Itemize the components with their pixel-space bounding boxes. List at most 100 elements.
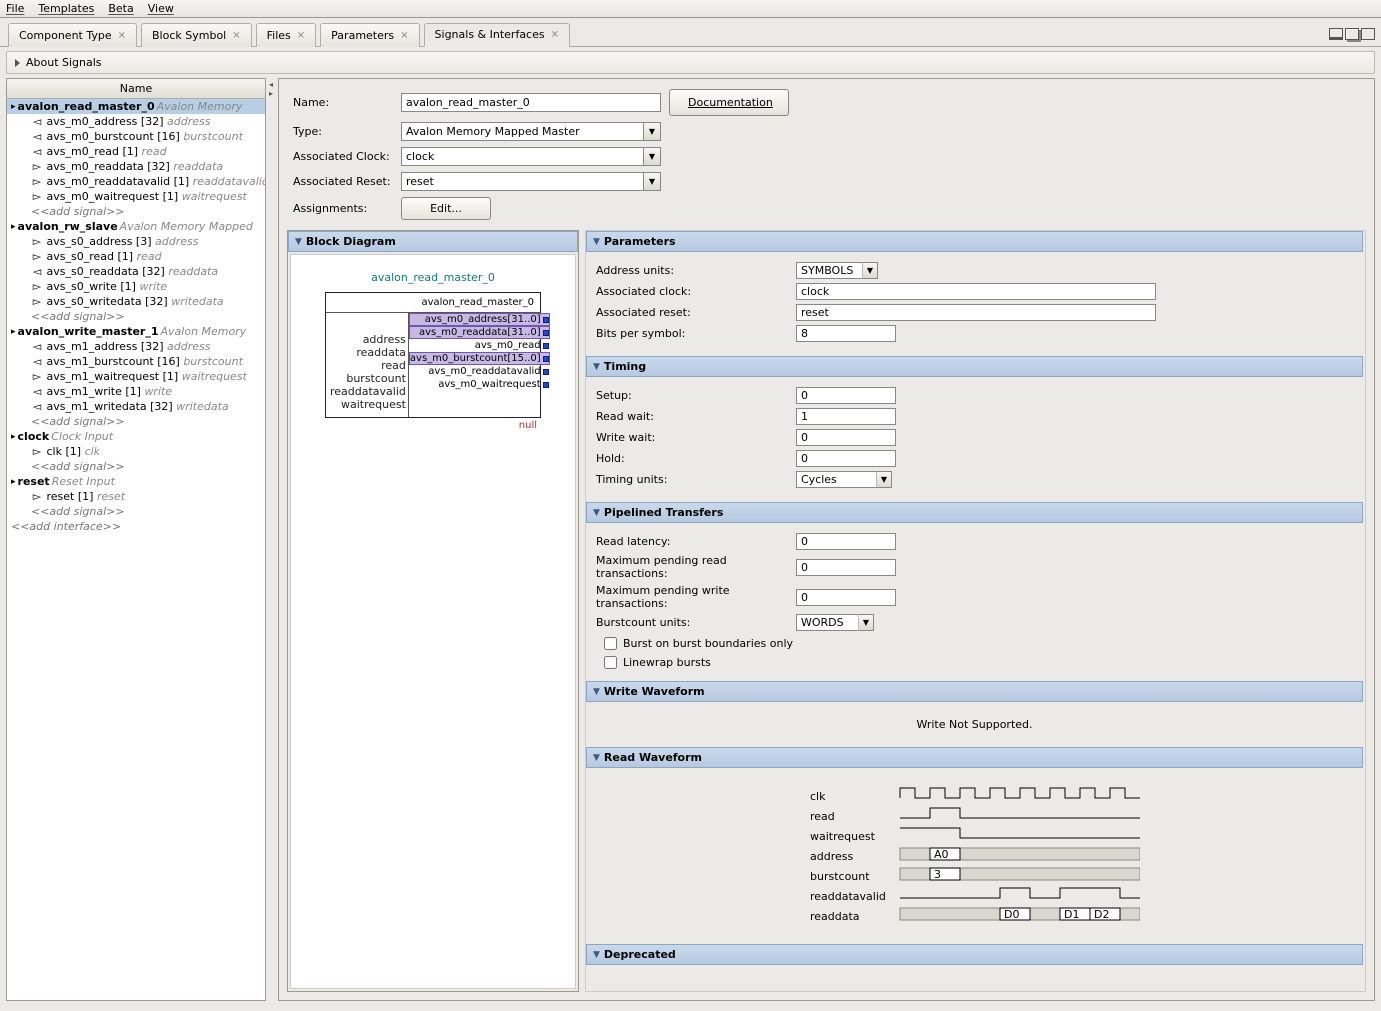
block-signal-row[interactable]: avs_m0_address[31..0]: [409, 313, 550, 326]
tree-signal[interactable]: ▻ reset [1] reset: [7, 489, 265, 504]
port-out-icon: ◅: [31, 145, 43, 158]
tree-signal[interactable]: ◅ avs_m1_writedata [32] writedata: [7, 399, 265, 414]
collapse-arrow-icon[interactable]: ▼: [295, 237, 302, 247]
bps-field[interactable]: [796, 325, 896, 342]
tree-signal[interactable]: ▻ avs_m0_waitrequest [1] waitrequest: [7, 189, 265, 204]
close-icon[interactable]: ⨯: [118, 30, 126, 41]
about-bar[interactable]: About Signals: [6, 51, 1375, 74]
block-signal-label: avs_m0_readdata[31..0]: [419, 327, 543, 338]
add-signal[interactable]: <<add signal>>: [7, 459, 265, 474]
close-icon[interactable]: ⨯: [551, 29, 559, 40]
block-symbol[interactable]: avalon_read_master_0 addressreaddataread…: [325, 292, 541, 418]
linewrap-bursts-checkbox[interactable]: [604, 656, 617, 669]
menu-templates[interactable]: Templates: [38, 2, 94, 15]
timing-units-select[interactable]: Cycles: [796, 471, 876, 488]
burst-units-select[interactable]: WORDS: [796, 614, 858, 631]
tab-parameters[interactable]: Parameters⨯: [320, 23, 419, 47]
block-signal-row[interactable]: avs_m0_burstcount[15..0]: [409, 352, 550, 365]
menu-beta[interactable]: Beta: [108, 2, 133, 15]
tree-interface[interactable]: ▸reset Reset Input: [7, 474, 265, 489]
minimize-icon[interactable]: [1329, 28, 1343, 40]
block-port-label: readdatavalid: [330, 385, 406, 398]
tree-signal[interactable]: ▻ avs_m0_readdata [32] readdata: [7, 159, 265, 174]
burst-boundaries-checkbox[interactable]: [604, 637, 617, 650]
tree-signal[interactable]: ◅ avs_m1_address [32] address: [7, 339, 265, 354]
add-signal[interactable]: <<add signal>>: [7, 204, 265, 219]
close-icon[interactable]: ⨯: [297, 30, 305, 41]
tab-component-type[interactable]: Component Type⨯: [8, 23, 137, 47]
tree-signal[interactable]: ◅ avs_m1_burstcount [16] burstcount: [7, 354, 265, 369]
assoc-clock-select[interactable]: clock: [401, 147, 643, 166]
parameters-scroll[interactable]: ▼Parameters Address units: SYMBOLS▼ Asso…: [585, 230, 1366, 992]
tree-signal[interactable]: ▻ avs_s0_writedata [32] writedata: [7, 294, 265, 309]
max-write-field[interactable]: [796, 589, 896, 606]
block-signal-row[interactable]: avs_m0_readdata[31..0]: [409, 326, 550, 339]
tab-signals-interfaces[interactable]: Signals & Interfaces⨯: [424, 23, 570, 47]
add-interface[interactable]: <<add interface>>: [7, 519, 265, 534]
addr-units-select[interactable]: SYMBOLS: [796, 262, 862, 279]
tab-files[interactable]: Files⨯: [256, 23, 317, 47]
assoc-reset-select[interactable]: reset: [401, 172, 643, 191]
close-icon[interactable]: ⨯: [400, 30, 408, 41]
collapse-arrow-icon: ▸: [11, 477, 16, 487]
add-signal[interactable]: <<add signal>>: [7, 309, 265, 324]
interface-type: Clock Input: [51, 430, 113, 443]
type-select[interactable]: Avalon Memory Mapped Master: [401, 122, 643, 141]
signals-tree[interactable]: ▸avalon_read_master_0 Avalon Memory◅ avs…: [7, 99, 265, 1000]
tree-interface[interactable]: ▸avalon_rw_slave Avalon Memory Mapped: [7, 219, 265, 234]
tree-signal[interactable]: ▻ avs_s0_read [1] read: [7, 249, 265, 264]
tree-signal[interactable]: ◅ avs_s0_readdata [32] readdata: [7, 264, 265, 279]
tree-signal[interactable]: ◅ avs_m0_address [32] address: [7, 114, 265, 129]
menu-file[interactable]: File: [6, 2, 24, 15]
tree-signal[interactable]: ▻ avs_m0_readdatavalid [1] readdatavalid: [7, 174, 265, 189]
tree-interface[interactable]: ▸avalon_write_master_1 Avalon Memory: [7, 324, 265, 339]
maximize-icon[interactable]: [1361, 28, 1375, 40]
collapse-arrow-icon[interactable]: ▼: [593, 950, 600, 960]
edit-button[interactable]: Edit...: [401, 197, 491, 220]
tree-interface[interactable]: ▸avalon_read_master_0 Avalon Memory: [7, 99, 265, 114]
splitter[interactable]: ◂▸: [268, 78, 276, 1001]
tree-signal[interactable]: ▻ clk [1] clk: [7, 444, 265, 459]
signal-name: avs_s0_write [1]: [47, 280, 136, 293]
signal-hint: clk: [85, 445, 100, 458]
documentation-button[interactable]: Documentation: [669, 89, 789, 116]
assoc-clock-field[interactable]: [796, 283, 1156, 300]
block-signal-row[interactable]: avs_m0_read: [409, 339, 550, 352]
close-icon[interactable]: ⨯: [232, 30, 240, 41]
tree-signal[interactable]: ▻ avs_s0_address [3] address: [7, 234, 265, 249]
name-field[interactable]: [401, 93, 661, 112]
menu-view[interactable]: View: [148, 2, 174, 15]
block-signal-row[interactable]: avs_m0_waitrequest: [409, 378, 550, 391]
restore-icon[interactable]: [1345, 28, 1359, 40]
hold-field[interactable]: [796, 450, 896, 467]
max-read-field[interactable]: [796, 559, 896, 576]
assoc-reset-field[interactable]: [796, 304, 1156, 321]
signal-name: avs_m1_write [1]: [47, 385, 141, 398]
read-wait-field[interactable]: [796, 408, 896, 425]
setup-field[interactable]: [796, 387, 896, 404]
add-signal[interactable]: <<add signal>>: [7, 414, 265, 429]
collapse-arrow-icon[interactable]: ▼: [593, 237, 600, 247]
tab-block-symbol[interactable]: Block Symbol⨯: [141, 23, 252, 47]
collapse-arrow-icon[interactable]: ▼: [593, 687, 600, 697]
collapse-arrow-icon: ▸: [11, 222, 16, 232]
port-out-icon: ◅: [31, 340, 43, 353]
block-null-label: null: [325, 418, 541, 433]
write-wait-field[interactable]: [796, 429, 896, 446]
tree-signal[interactable]: ▻ avs_m1_waitrequest [1] waitrequest: [7, 369, 265, 384]
add-signal[interactable]: <<add signal>>: [7, 504, 265, 519]
block-signal-row[interactable]: avs_m0_readdatavalid: [409, 365, 550, 378]
tree-signal[interactable]: ▻ avs_s0_write [1] write: [7, 279, 265, 294]
collapse-arrow-icon[interactable]: ▼: [593, 508, 600, 518]
latency-field[interactable]: [796, 533, 896, 550]
tree-column-header[interactable]: Name: [7, 79, 265, 99]
interface-type: Avalon Memory: [157, 100, 243, 113]
tree-signal[interactable]: ◅ avs_m1_write [1] write: [7, 384, 265, 399]
burst-units-label: Burstcount units:: [596, 616, 796, 629]
collapse-arrow-icon[interactable]: ▼: [593, 362, 600, 372]
tree-signal[interactable]: ◅ avs_m0_burstcount [16] burstcount: [7, 129, 265, 144]
tree-interface[interactable]: ▸clock Clock Input: [7, 429, 265, 444]
tree-signal[interactable]: ◅ avs_m0_read [1] read: [7, 144, 265, 159]
collapse-arrow-icon[interactable]: ▼: [593, 753, 600, 763]
addr-units-label: Address units:: [596, 264, 796, 277]
